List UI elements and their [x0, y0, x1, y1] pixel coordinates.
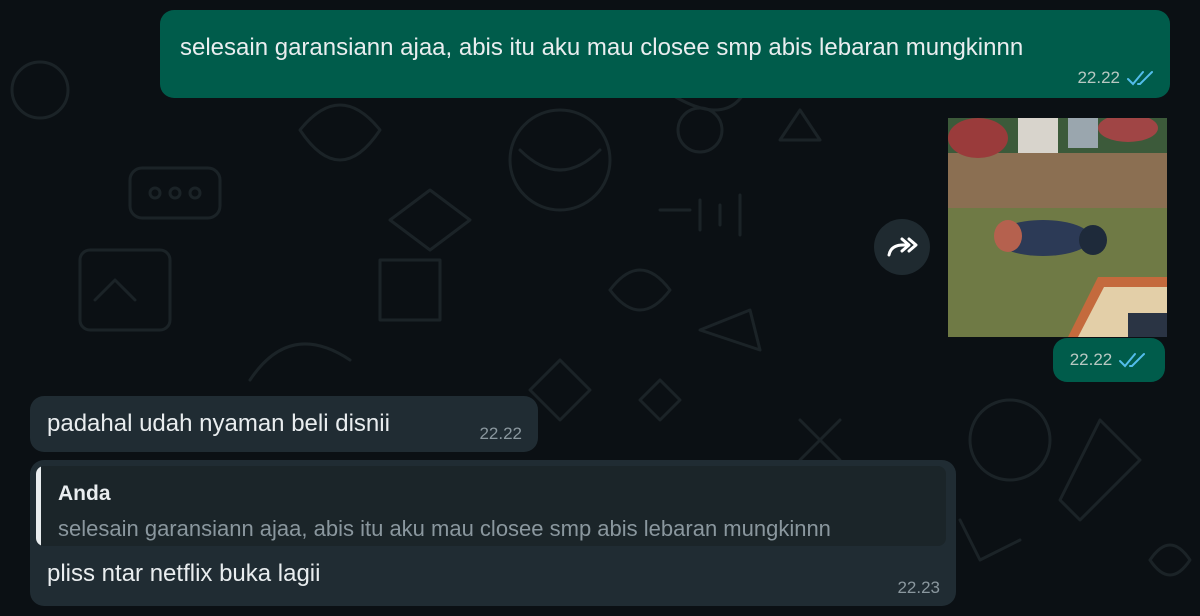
image-thumbnail: [948, 118, 1167, 337]
double-check-icon: [1119, 353, 1146, 368]
message-text: selesain garansiann ajaa, abis itu aku m…: [180, 34, 1024, 61]
quote-bar: [36, 466, 41, 546]
message-time: 22.22: [1077, 68, 1120, 87]
message-text: pliss ntar netflix buka lagii: [47, 560, 321, 587]
quoted-sender: Anda: [58, 482, 111, 505]
forward-button[interactable]: [874, 219, 930, 275]
incoming-message-bubble[interactable]: Anda selesain garansiann ajaa, abis itu …: [30, 460, 956, 606]
message-time: 22.23: [897, 578, 940, 597]
quoted-reply[interactable]: Anda selesain garansiann ajaa, abis itu …: [36, 466, 946, 546]
outgoing-message-bubble[interactable]: selesain garansiann ajaa, abis itu aku m…: [160, 10, 1170, 98]
forward-icon: [887, 237, 918, 257]
incoming-message-bubble[interactable]: padahal udah nyaman beli disnii 22.22: [30, 396, 538, 452]
message-time: 22.22: [479, 424, 522, 443]
message-time: 22.22: [1069, 350, 1113, 369]
image-meta-badge: 22.22: [1053, 338, 1165, 382]
double-check-icon: [1127, 71, 1153, 86]
quoted-text: selesain garansiann ajaa, abis itu aku m…: [58, 516, 831, 541]
image-message[interactable]: [948, 118, 1167, 337]
message-text: padahal udah nyaman beli disnii: [47, 410, 390, 437]
